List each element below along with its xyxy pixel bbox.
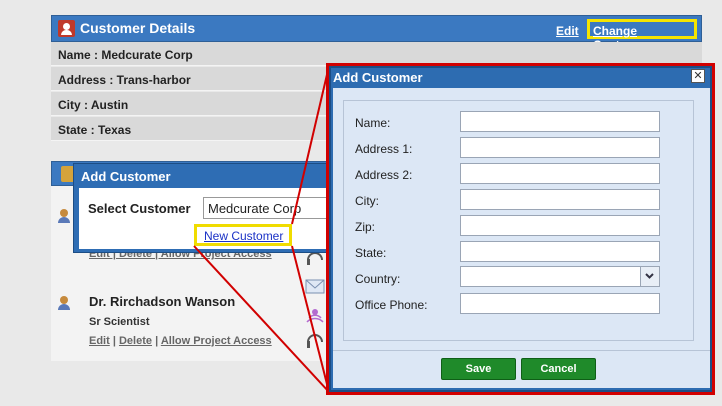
link-separator: | [109, 335, 119, 347]
broadcast-icon[interactable] [306, 309, 324, 323]
headset-icon[interactable] [307, 252, 323, 265]
link-separator: | [152, 335, 161, 347]
close-icon[interactable]: ✕ [691, 69, 705, 83]
office-phone-input[interactable] [460, 293, 660, 314]
state-label: State: [355, 246, 387, 260]
address2-input[interactable] [460, 163, 660, 184]
name-input[interactable] [460, 111, 660, 132]
state-input[interactable] [460, 241, 660, 262]
contact-actions: Edit | Delete | Allow Project Access [89, 335, 272, 347]
add-customer-popup-title: Add Customer [81, 169, 171, 184]
delete-contact-link[interactable]: Delete [119, 335, 152, 347]
cancel-button[interactable]: Cancel [521, 358, 596, 380]
allow-project-access-link[interactable]: Allow Project Access [161, 335, 272, 347]
person-icon [58, 296, 70, 310]
dialog-footer-divider [333, 350, 710, 351]
change-customer-link[interactable]: Change Customer [587, 19, 697, 52]
address2-label: Address 2: [355, 168, 413, 182]
person-icon [58, 209, 70, 223]
add-customer-dialog-title: Add Customer [333, 70, 423, 85]
customer-details-title: Customer Details [80, 20, 196, 36]
address1-label: Address 1: [355, 142, 413, 156]
customer-icon [58, 20, 75, 37]
chevron-down-icon[interactable] [640, 267, 659, 286]
chevron-down-icon-glyph [645, 273, 654, 279]
contact-side-icons [305, 252, 325, 348]
country-select[interactable] [460, 266, 660, 287]
email-icon[interactable] [305, 279, 325, 294]
address1-input[interactable] [460, 137, 660, 158]
contact-name: Dr. Rirchadson Wanson [89, 294, 236, 309]
headset-icon[interactable] [307, 334, 323, 348]
name-label: Name: [355, 116, 391, 130]
select-customer-input[interactable]: Medcurate Corp [203, 197, 328, 219]
select-customer-label: Select Customer [88, 201, 191, 216]
city-label: City: [355, 194, 379, 208]
zip-input[interactable] [460, 215, 660, 236]
office-phone-label: Office Phone: [355, 298, 428, 312]
zip-label: Zip: [355, 220, 376, 234]
contact-title: Sr Scientist [89, 316, 150, 328]
edit-contact-link[interactable]: Edit [89, 335, 110, 347]
save-button[interactable]: Save [441, 358, 516, 380]
country-label: Country: [355, 272, 401, 286]
city-input[interactable] [460, 189, 660, 210]
edit-customer-link[interactable]: Edit [556, 24, 579, 38]
new-customer-link[interactable]: New Customer [194, 224, 292, 246]
